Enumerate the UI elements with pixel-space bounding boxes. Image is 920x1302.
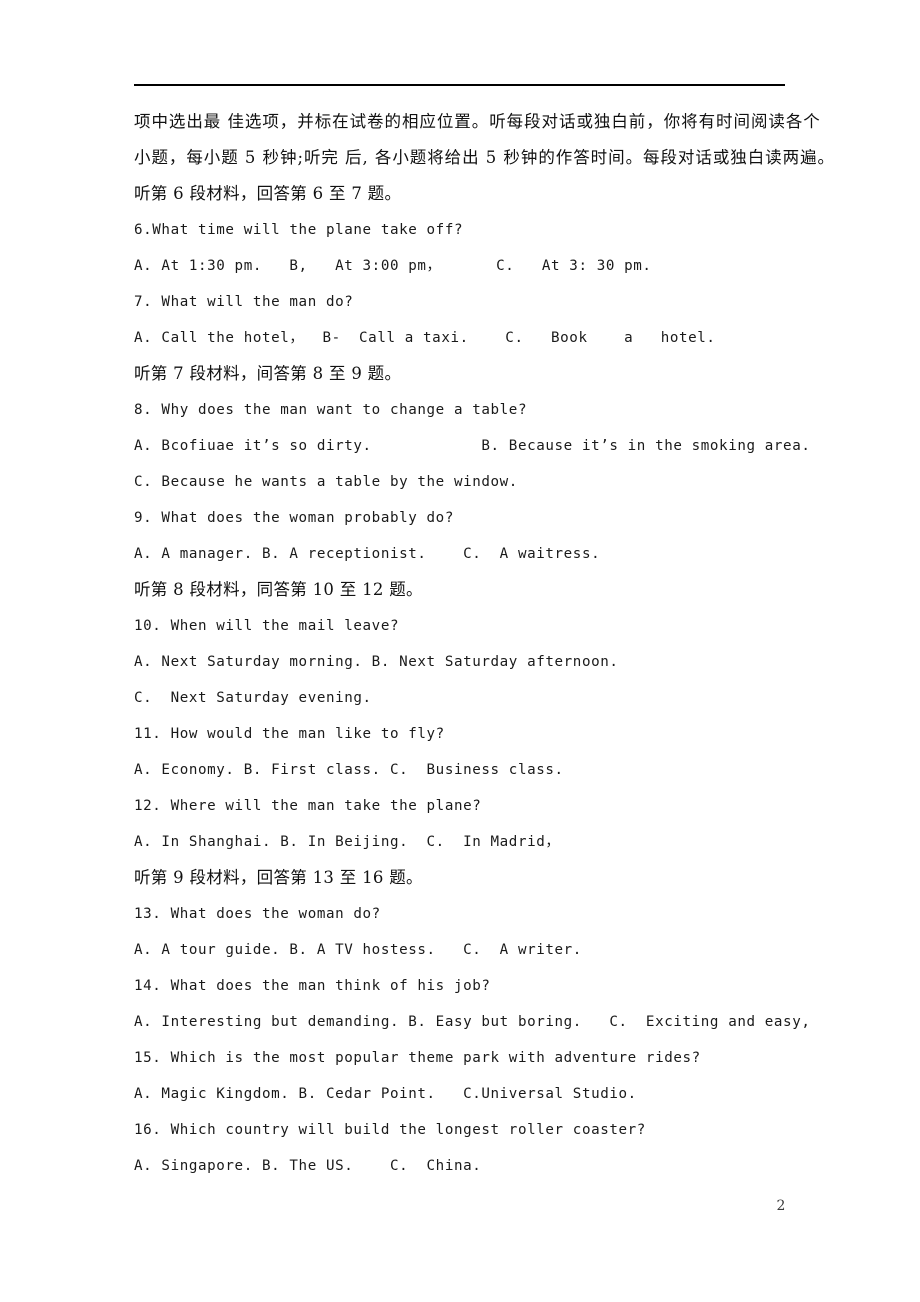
- section-heading-material-6: 听第 6 段材料，回答第 6 至 7 题。: [134, 184, 402, 203]
- question-8-options-line-2: C. Because he wants a table by the windo…: [134, 474, 518, 490]
- question-8-options-line-1: A. Bcofiuae it’s so dirty. B. Because it…: [134, 438, 811, 454]
- question-15: 15. Which is the most popular theme park…: [134, 1050, 701, 1066]
- question-6-options: A. At 1:30 pm. B, At 3:00 pm， C. At 3: 3…: [134, 258, 652, 274]
- question-13-options: A. A tour guide. B. A TV hostess. C. A w…: [134, 942, 582, 958]
- section-heading-material-8: 听第 8 段材料，同答第 10 至 12 题。: [134, 580, 423, 599]
- question-14-options: A. Interesting but demanding. B. Easy bu…: [134, 1014, 811, 1030]
- header-rule: [134, 84, 785, 86]
- question-10-options-line-2: C. Next Saturday evening.: [134, 690, 372, 706]
- question-11: 11. How would the man like to fly?: [134, 726, 445, 742]
- question-11-options: A. Economy. B. First class. C. Business …: [134, 762, 564, 778]
- question-10-options-line-1: A. Next Saturday morning. B. Next Saturd…: [134, 654, 619, 670]
- document-text-column: 项中选出最 佳选项，并标在试卷的相应位置。听每段对话或独白前，你将有时间阅读各个…: [134, 104, 835, 1184]
- question-12: 12. Where will the man take the plane?: [134, 798, 482, 814]
- document-page: 项中选出最 佳选项，并标在试卷的相应位置。听每段对话或独白前，你将有时间阅读各个…: [0, 0, 920, 1302]
- question-7-options: A. Call the hotel， B- Call a taxi. C. Bo…: [134, 330, 716, 346]
- page-number: 2: [776, 1198, 786, 1214]
- instruction-line-2: 小题，每小题 5 秒钟;听完 后, 各小题将给出 5 秒钟的作答时间。每段对话或…: [134, 148, 835, 167]
- question-9: 9. What does the woman probably do?: [134, 510, 454, 526]
- question-10: 10. When will the mail leave?: [134, 618, 400, 634]
- question-13: 13. What does the woman do?: [134, 906, 381, 922]
- question-16-options: A. Singapore. B. The US. C. China.: [134, 1158, 482, 1174]
- question-15-options: A. Magic Kingdom. B. Cedar Point. C.Univ…: [134, 1086, 637, 1102]
- question-16: 16. Which country will build the longest…: [134, 1122, 646, 1138]
- question-12-options: A. In Shanghai. B. In Beijing. C. In Mad…: [134, 834, 561, 850]
- question-6: 6.What time will the plane take off?: [134, 222, 464, 238]
- instruction-line-1: 项中选出最 佳选项，并标在试卷的相应位置。听每段对话或独白前，你将有时间阅读各个: [134, 112, 821, 131]
- section-heading-material-7: 听第 7 段材料，间答第 8 至 9 题。: [134, 364, 402, 383]
- question-7: 7. What will the man do?: [134, 294, 354, 310]
- question-8: 8. Why does the man want to change a tab…: [134, 402, 528, 418]
- question-9-options: A. A manager. B. A receptionist. C. A wa…: [134, 546, 601, 562]
- question-14: 14. What does the man think of his job?: [134, 978, 491, 994]
- section-heading-material-9: 听第 9 段材料，回答第 13 至 16 题。: [134, 868, 423, 887]
